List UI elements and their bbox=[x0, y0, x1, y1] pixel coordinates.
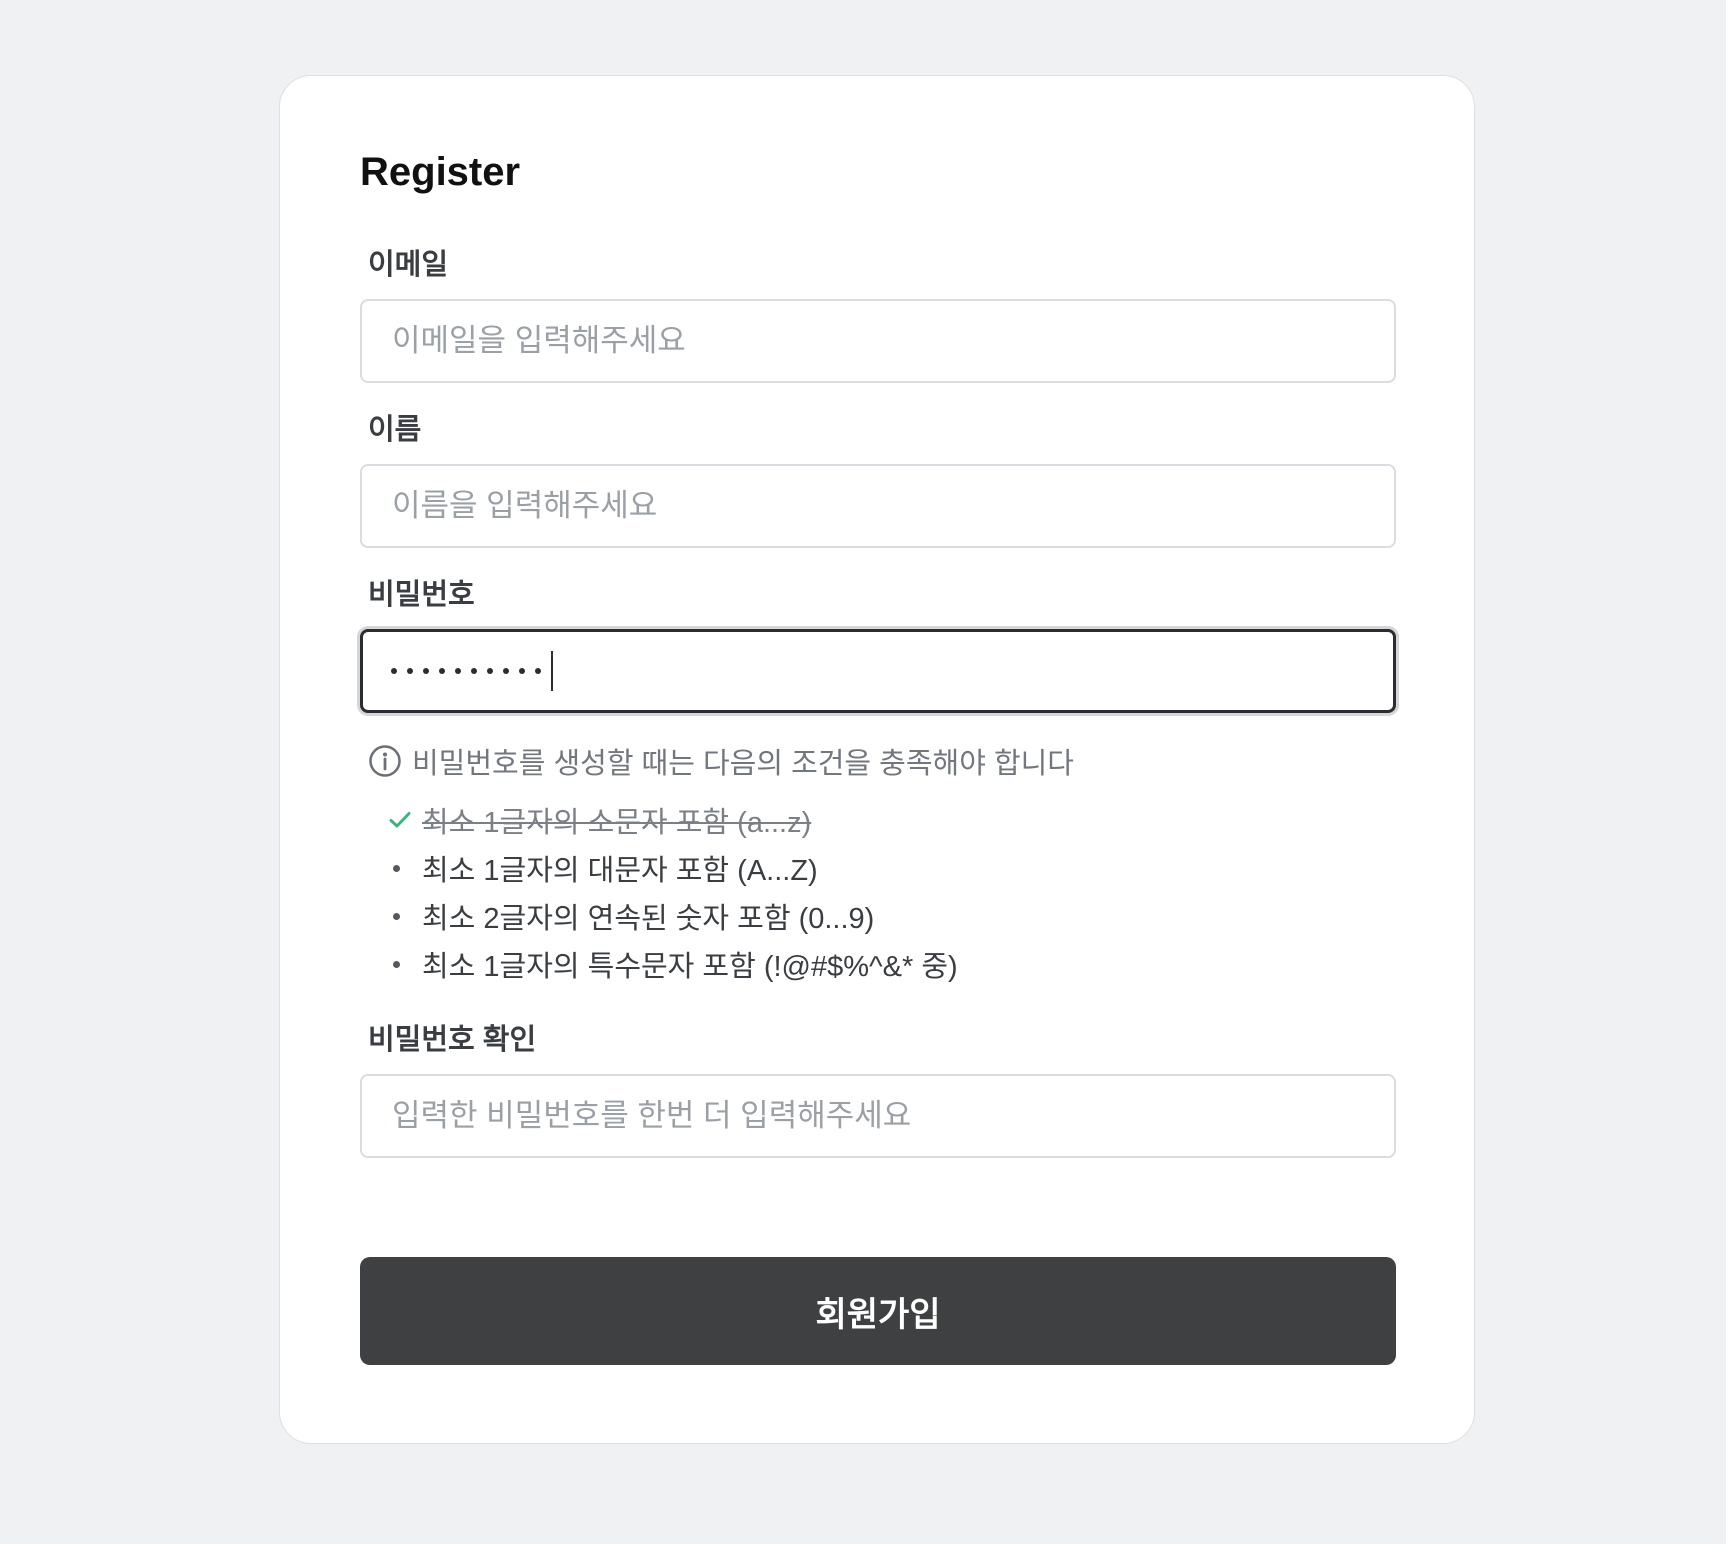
rule-marker bbox=[388, 808, 422, 832]
rule-marker bbox=[388, 864, 422, 872]
password-rule: 최소 1글자의 대문자 포함 (A...Z) bbox=[388, 844, 958, 892]
page-title: Register bbox=[360, 150, 521, 194]
rule-marker bbox=[388, 960, 422, 968]
password-masked-value bbox=[391, 651, 551, 691]
password-confirm-input[interactable] bbox=[390, 1097, 1394, 1135]
password-rule-text: 최소 1글자의 소문자 포함 (a...z) bbox=[422, 807, 812, 839]
password-dot bbox=[535, 668, 541, 674]
email-field-box bbox=[360, 299, 1396, 383]
bullet-dot bbox=[393, 912, 400, 920]
password-hint-text: 비밀번호를 생성할 때는 다음의 조건을 충족해야 합니다 bbox=[412, 748, 1074, 780]
email-input[interactable] bbox=[390, 322, 1394, 360]
password-dot bbox=[391, 668, 397, 674]
bullet-dot bbox=[393, 864, 400, 872]
password-dot bbox=[519, 668, 525, 674]
password-dot bbox=[487, 668, 493, 674]
check-icon bbox=[389, 812, 411, 828]
password-rules-list: 최소 1글자의 소문자 포함 (a...z) 최소 1글자의 대문자 포함 (A… bbox=[388, 796, 958, 988]
register-button[interactable]: 회원가입 bbox=[360, 1257, 1396, 1365]
name-field-box bbox=[360, 464, 1396, 548]
password-hint: 비밀번호를 생성할 때는 다음의 조건을 충족해야 합니다 bbox=[368, 740, 1074, 782]
password-rule: 최소 1글자의 소문자 포함 (a...z) bbox=[388, 796, 958, 844]
password-rule-text: 최소 2글자의 연속된 숫자 포함 (0...9) bbox=[422, 903, 875, 935]
password-dot bbox=[439, 668, 445, 674]
bullet-dot bbox=[393, 960, 400, 968]
password-confirm-field-box bbox=[360, 1074, 1396, 1158]
text-caret bbox=[551, 651, 553, 691]
rule-marker bbox=[388, 912, 422, 920]
password-dot bbox=[423, 668, 429, 674]
password-dot bbox=[455, 668, 461, 674]
password-dot bbox=[471, 668, 477, 674]
password-dot bbox=[503, 668, 509, 674]
password-rule: 최소 1글자의 특수문자 포함 (!@#$%^&* 중) bbox=[388, 940, 958, 988]
register-card: Register 이메일 이름 비밀번호 비밀번호를 생성할 때는 다음의 조건… bbox=[279, 75, 1475, 1444]
name-input[interactable] bbox=[390, 487, 1394, 525]
name-label: 이름 bbox=[368, 414, 422, 446]
password-input[interactable] bbox=[360, 629, 1396, 713]
password-label: 비밀번호 bbox=[368, 579, 475, 611]
password-dot bbox=[407, 668, 413, 674]
info-circle-icon bbox=[369, 745, 401, 777]
email-label: 이메일 bbox=[368, 249, 449, 281]
password-rule-text: 최소 1글자의 특수문자 포함 (!@#$%^&* 중) bbox=[422, 951, 958, 983]
password-rule: 최소 2글자의 연속된 숫자 포함 (0...9) bbox=[388, 892, 958, 940]
password-confirm-label: 비밀번호 확인 bbox=[368, 1024, 537, 1056]
password-rule-text: 최소 1글자의 대문자 포함 (A...Z) bbox=[422, 855, 818, 887]
